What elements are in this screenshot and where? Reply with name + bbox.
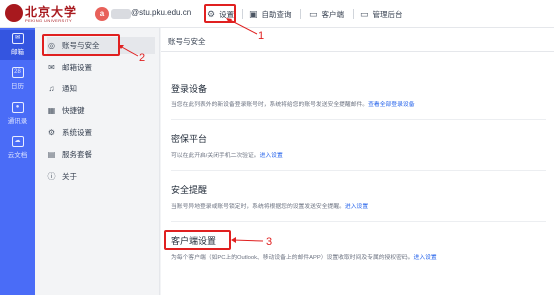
self-service-nav-label: 自助查询 bbox=[261, 9, 292, 19]
section-title-security-platform: 密保平台 bbox=[171, 134, 208, 144]
gear-icon: ⚙ bbox=[47, 128, 56, 137]
bell-icon: ♫ bbox=[48, 84, 55, 93]
view-all-devices-link[interactable]: 查看全部登录设备 bbox=[368, 102, 414, 108]
section-title-login-devices: 登录设备 bbox=[171, 84, 208, 94]
calendar-icon: 28 bbox=[11, 67, 24, 78]
security-alerts-settings-link[interactable]: 进入设置 bbox=[345, 204, 368, 210]
settings-item-label: 通知 bbox=[62, 84, 77, 93]
section-desc-login-devices: 当您在此列表外的新设备登录账号时，系统将给您的账号发送安全提醒邮件。查看全部登录… bbox=[171, 102, 415, 108]
nav-divider bbox=[242, 9, 243, 19]
sidebar-item-label: 日历 bbox=[11, 83, 24, 90]
sidebar-item-mail[interactable]: ✉ 邮箱 bbox=[0, 30, 35, 60]
university-logo-icon bbox=[5, 4, 23, 22]
settings-item-system[interactable]: ⚙ 系统设置 bbox=[47, 124, 155, 141]
redacted-username bbox=[111, 9, 131, 19]
settings-item-label: 关于 bbox=[62, 172, 77, 181]
calendar-icon: ▣ bbox=[249, 8, 258, 19]
settings-item-label: 邮箱设置 bbox=[62, 63, 92, 72]
sidebar-item-label: 云文档 bbox=[7, 152, 28, 159]
settings-content: 账号与安全 登录设备 当您在此列表外的新设备登录账号时，系统将给您的账号发送安全… bbox=[161, 28, 554, 295]
keyboard-icon: ▦ bbox=[47, 106, 56, 115]
section-title-security-alerts: 安全提醒 bbox=[171, 185, 208, 195]
annotation-number-2: 2 bbox=[139, 52, 146, 64]
info-icon: ⓘ bbox=[47, 172, 56, 181]
admin-nav-button[interactable]: ▭ 管理后台 bbox=[360, 6, 403, 22]
admin-nav-label: 管理后台 bbox=[372, 9, 403, 19]
settings-item-notifications[interactable]: ♫ 通知 bbox=[47, 80, 155, 97]
content-header: 账号与安全 bbox=[161, 28, 554, 52]
security-platform-settings-link[interactable]: 进入设置 bbox=[260, 153, 283, 159]
settings-item-about[interactable]: ⓘ 关于 bbox=[47, 168, 155, 185]
settings-sidebar: ◎ 账号与安全 ✉ 邮箱设置 ♫ 通知 ▦ 快捷键 ⚙ 系统设置 ▤ 服务套餐 … bbox=[35, 28, 160, 295]
sidebar-item-cloud-docs[interactable]: ☁ 云文档 bbox=[0, 133, 35, 163]
section-desc-security-platform: 可以在此开启/关闭手机二次验证。进入设置 bbox=[171, 153, 283, 159]
service-icon: ▤ bbox=[47, 150, 56, 159]
annotation-number-1: 1 bbox=[258, 30, 265, 42]
section-desc-security-alerts: 当账号异地登录或账号锁定时，系统将根据您的设置发送安全提醒。进入设置 bbox=[171, 204, 369, 210]
settings-item-service-plan[interactable]: ▤ 服务套餐 bbox=[47, 146, 155, 163]
sidebar-item-calendar[interactable]: 28 日历 bbox=[0, 64, 35, 94]
avatar[interactable]: a bbox=[95, 7, 109, 21]
section-desc-client-settings: 为每个客户端（如PC上的Outlook、移动设备上的邮件APP）设置收取时间及专… bbox=[171, 255, 437, 261]
monitor-icon: ▭ bbox=[360, 8, 369, 19]
logo-subtitle: PEKING UNIVERSITY bbox=[25, 18, 73, 23]
client-nav-button[interactable]: ▭ 客户端 bbox=[309, 6, 344, 22]
annotation-box-settings bbox=[204, 4, 236, 23]
section-divider bbox=[171, 221, 546, 222]
page-title: 账号与安全 bbox=[168, 37, 206, 46]
monitor-icon: ▭ bbox=[309, 8, 318, 19]
sidebar-item-label: 邮箱 bbox=[11, 49, 24, 56]
self-service-nav-button[interactable]: ▣ 自助查询 bbox=[249, 6, 292, 22]
sidebar-item-contacts[interactable]: ● 通讯录 bbox=[0, 99, 35, 129]
cloud-icon: ☁ bbox=[11, 136, 24, 147]
sidebar-item-label: 通讯录 bbox=[7, 118, 28, 125]
nav-divider bbox=[353, 9, 354, 19]
nav-divider bbox=[300, 9, 301, 19]
annotation-box-account-security bbox=[42, 34, 120, 56]
mail-icon: ✉ bbox=[48, 63, 55, 72]
top-bar: 北京大学 PEKING UNIVERSITY a @stu.pku.edu.cn… bbox=[0, 0, 554, 28]
settings-item-label: 服务套餐 bbox=[62, 150, 92, 159]
section-divider bbox=[171, 119, 546, 120]
client-nav-label: 客户端 bbox=[321, 9, 345, 19]
contacts-icon: ● bbox=[11, 102, 24, 113]
mail-icon: ✉ bbox=[11, 33, 24, 44]
section-divider bbox=[171, 170, 546, 171]
app-sidebar: ✉ 邮箱 28 日历 ● 通讯录 ☁ 云文档 bbox=[0, 28, 35, 295]
user-email: @stu.pku.edu.cn bbox=[131, 8, 192, 17]
client-settings-link[interactable]: 进入设置 bbox=[414, 255, 437, 261]
annotation-box-client-settings bbox=[164, 230, 231, 250]
annotation-number-3: 3 bbox=[266, 236, 273, 248]
settings-item-label: 快捷键 bbox=[62, 106, 85, 115]
settings-item-shortcuts[interactable]: ▦ 快捷键 bbox=[47, 102, 155, 119]
settings-item-label: 系统设置 bbox=[62, 128, 92, 137]
